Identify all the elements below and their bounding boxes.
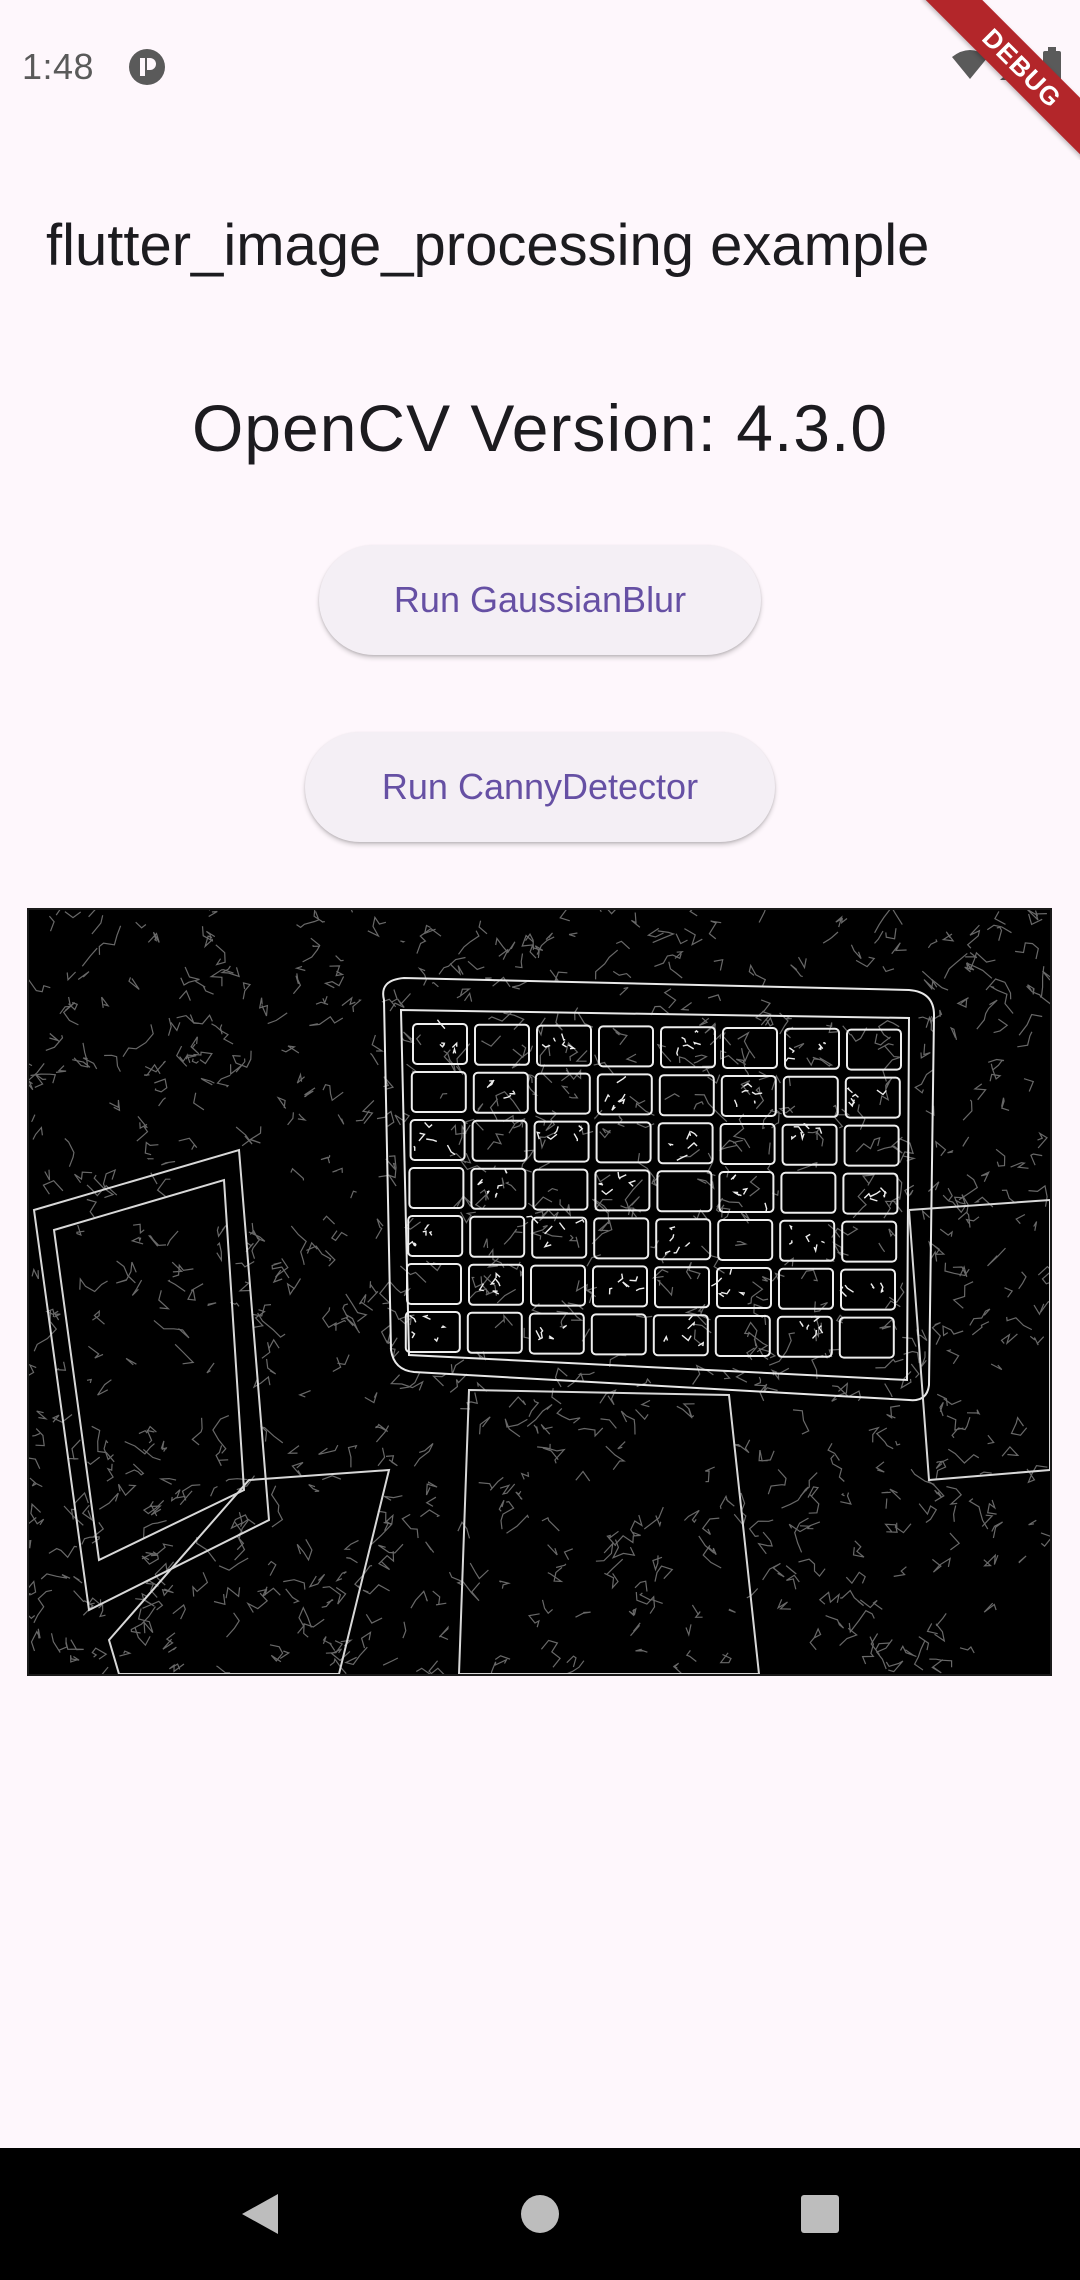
- page-title: flutter_image_processing example: [46, 213, 930, 278]
- run-canny-detector-button[interactable]: Run CannyDetector: [305, 732, 775, 842]
- status-icons: [950, 46, 1062, 88]
- battery-icon: [1042, 46, 1062, 88]
- canny-edge-output-image: [27, 908, 1052, 1676]
- opencv-version-text: OpenCV Version: 4.3.0: [191, 391, 889, 465]
- status-bar: 1:48: [0, 0, 1080, 134]
- home-icon[interactable]: [510, 2184, 570, 2244]
- wifi-icon: [950, 49, 990, 86]
- signal-icon: [998, 48, 1034, 87]
- navigation-bar: [0, 2148, 1080, 2280]
- recents-icon[interactable]: [790, 2184, 850, 2244]
- app-notification-icon: [128, 48, 166, 86]
- back-icon[interactable]: [230, 2184, 290, 2244]
- status-time: 1:48: [22, 46, 95, 87]
- run-gaussian-blur-button[interactable]: Run GaussianBlur: [319, 545, 761, 655]
